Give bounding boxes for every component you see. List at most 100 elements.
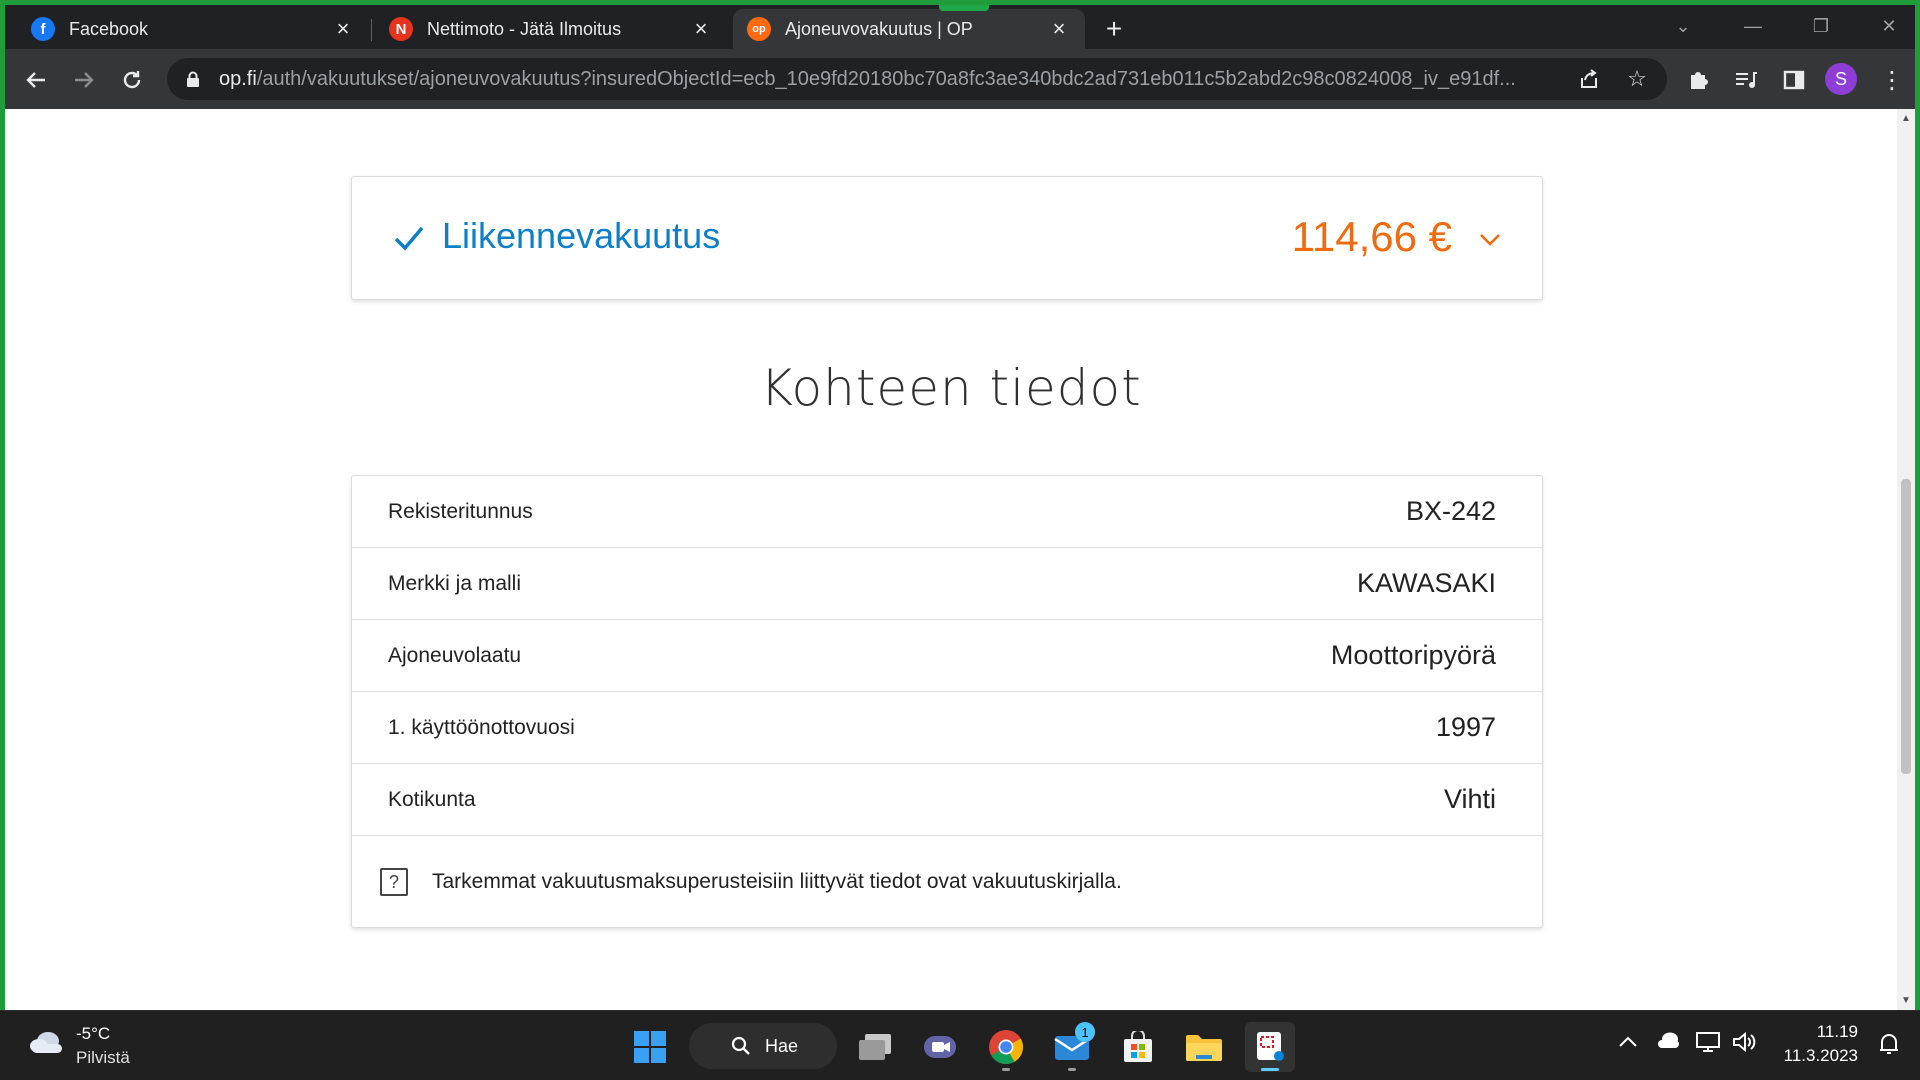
- tab-strip: f Facebook × N Nettimoto - Jätä Ilmoitus…: [5, 5, 1915, 49]
- running-indicator: [1068, 1068, 1076, 1071]
- details-card: Rekisteritunnus BX-242 Merkki ja malli K…: [351, 475, 1543, 928]
- detail-label: Ajoneuvolaatu: [388, 643, 522, 667]
- snipping-tool-icon: [1257, 1032, 1284, 1061]
- weather-condition[interactable]: Pilvistä: [76, 1048, 130, 1068]
- minimize-button[interactable]: —: [1733, 11, 1773, 41]
- browser-window: f Facebook × N Nettimoto - Jätä Ilmoitus…: [5, 5, 1915, 1010]
- detail-row: Merkki ja malli KAWASAKI: [352, 548, 1542, 620]
- detail-row: 1. käyttöönottovuosi 1997: [352, 692, 1542, 764]
- windows-icon: [634, 1031, 666, 1063]
- detail-label: 1. käyttöönottovuosi: [388, 715, 575, 739]
- menu-icon[interactable]: ⋮: [1875, 63, 1909, 97]
- back-button[interactable]: [19, 63, 53, 97]
- tab-search-icon[interactable]: ⌄: [1663, 11, 1703, 41]
- detail-row: Ajoneuvolaatu Moottoripyörä: [352, 620, 1542, 692]
- tab-title: Ajoneuvovakuutus | OP: [785, 18, 973, 39]
- search-label: Hae: [765, 1035, 799, 1056]
- help-icon[interactable]: ?: [380, 868, 408, 896]
- detail-value: Moottoripyörä: [1330, 640, 1496, 670]
- side-panel-icon[interactable]: [1777, 63, 1811, 97]
- detail-label: Rekisteritunnus: [388, 499, 533, 523]
- detail-value: BX-242: [1405, 496, 1496, 526]
- scrollbar[interactable]: ▲ ▼: [1897, 109, 1915, 1010]
- check-icon: [394, 226, 424, 251]
- insurance-title: Liikennevakuutus: [442, 215, 721, 256]
- star-icon[interactable]: ☆: [1621, 63, 1653, 95]
- forward-button[interactable]: [67, 63, 101, 97]
- network-icon[interactable]: [1695, 1031, 1721, 1059]
- taskbar: -5°C Pilvistä Hae 1 11.19 11.3.2023: [0, 1010, 1920, 1080]
- close-icon[interactable]: ×: [331, 16, 355, 41]
- mail-button[interactable]: 1: [1047, 1022, 1097, 1072]
- running-indicator: [1002, 1068, 1010, 1071]
- search-icon: [731, 1036, 750, 1055]
- insurance-price: 114,66 €: [1291, 213, 1452, 260]
- detail-label: Merkki ja malli: [388, 571, 522, 595]
- onedrive-icon[interactable]: [1655, 1031, 1681, 1055]
- active-indicator: [1261, 1068, 1279, 1071]
- start-button[interactable]: [625, 1022, 675, 1072]
- task-view-icon: [859, 1034, 891, 1060]
- chrome-icon: [989, 1030, 1023, 1064]
- facebook-icon: f: [31, 17, 55, 41]
- close-icon[interactable]: ×: [689, 16, 713, 41]
- task-view-button[interactable]: [850, 1022, 900, 1072]
- clock-date[interactable]: 11.3.2023: [1784, 1046, 1858, 1066]
- insurance-card[interactable]: Liikennevakuutus 114,66 €: [351, 176, 1543, 300]
- chevron-down-icon[interactable]: [1478, 227, 1502, 251]
- page-content: Liikennevakuutus 114,66 € Kohteen tiedot…: [5, 109, 1897, 1010]
- arrow-left-icon: [26, 72, 45, 88]
- op-icon: op: [747, 17, 771, 41]
- profile-avatar[interactable]: S: [1825, 63, 1857, 95]
- chevron-up-icon[interactable]: [1618, 1031, 1638, 1054]
- url-text: op.fi/auth/vakuutukset/ajoneuvovakuutus?…: [219, 67, 1516, 90]
- tab-op[interactable]: op Ajoneuvovakuutus | OP ×: [733, 9, 1085, 49]
- taskbar-search[interactable]: Hae: [689, 1023, 837, 1069]
- store-icon: [1124, 1031, 1152, 1062]
- reload-icon: [123, 71, 141, 89]
- arrow-right-icon: [75, 72, 94, 88]
- scroll-down-icon[interactable]: ▼: [1900, 995, 1912, 1007]
- snipping-tool-button[interactable]: [1245, 1022, 1295, 1072]
- teams-button[interactable]: [915, 1022, 965, 1072]
- scroll-up-icon[interactable]: ▲: [1900, 113, 1912, 125]
- teams-icon: [924, 1036, 956, 1058]
- clock-time[interactable]: 11.19: [1817, 1022, 1858, 1042]
- detail-label: Kotikunta: [388, 787, 476, 811]
- tab-nettimoto[interactable]: N Nettimoto - Jätä Ilmoitus ×: [375, 9, 727, 49]
- scrollbar-thumb[interactable]: [1901, 479, 1911, 774]
- recording-indicator: [939, 5, 989, 11]
- detail-value: 1997: [1435, 712, 1496, 742]
- reload-button[interactable]: [115, 63, 149, 97]
- folder-icon: [1186, 1035, 1222, 1061]
- tab-separator: [371, 19, 372, 41]
- cloud-icon[interactable]: [28, 1029, 64, 1055]
- notification-icon[interactable]: [1878, 1033, 1900, 1055]
- detail-row: Rekisteritunnus BX-242: [352, 476, 1542, 548]
- new-tab-button[interactable]: +: [1100, 13, 1128, 44]
- info-note: ? Tarkemmat vakuutusmaksuperusteisiin li…: [352, 836, 1542, 928]
- volume-icon[interactable]: [1732, 1031, 1758, 1059]
- detail-value: KAWASAKI: [1356, 568, 1496, 598]
- lock-icon: [185, 71, 201, 87]
- section-heading: Kohteen tiedot: [760, 359, 1142, 417]
- weather-temp[interactable]: -5°C: [76, 1024, 110, 1044]
- detail-row: Kotikunta Vihti: [352, 764, 1542, 836]
- tab-title: Facebook: [69, 18, 149, 39]
- extensions-icon[interactable]: [1681, 63, 1715, 97]
- restore-button[interactable]: ❐: [1801, 11, 1841, 41]
- file-explorer-button[interactable]: [1179, 1022, 1229, 1072]
- close-window-button[interactable]: ✕: [1869, 11, 1909, 41]
- media-control-icon[interactable]: [1729, 63, 1763, 97]
- close-icon[interactable]: ×: [1047, 16, 1071, 41]
- tab-title: Nettimoto - Jätä Ilmoitus: [427, 18, 622, 39]
- nettimoto-icon: N: [389, 17, 413, 41]
- browser-toolbar: op.fi/auth/vakuutukset/ajoneuvovakuutus?…: [5, 49, 1915, 109]
- tab-facebook[interactable]: f Facebook ×: [17, 9, 369, 49]
- info-note-text: Tarkemmat vakuutusmaksuperusteisiin liit…: [432, 870, 1122, 893]
- store-button[interactable]: [1113, 1022, 1163, 1072]
- address-bar[interactable]: op.fi/auth/vakuutukset/ajoneuvovakuutus?…: [167, 58, 1667, 100]
- detail-value: Vihti: [1443, 784, 1496, 814]
- chrome-button[interactable]: [981, 1022, 1031, 1072]
- share-icon[interactable]: [1573, 63, 1605, 95]
